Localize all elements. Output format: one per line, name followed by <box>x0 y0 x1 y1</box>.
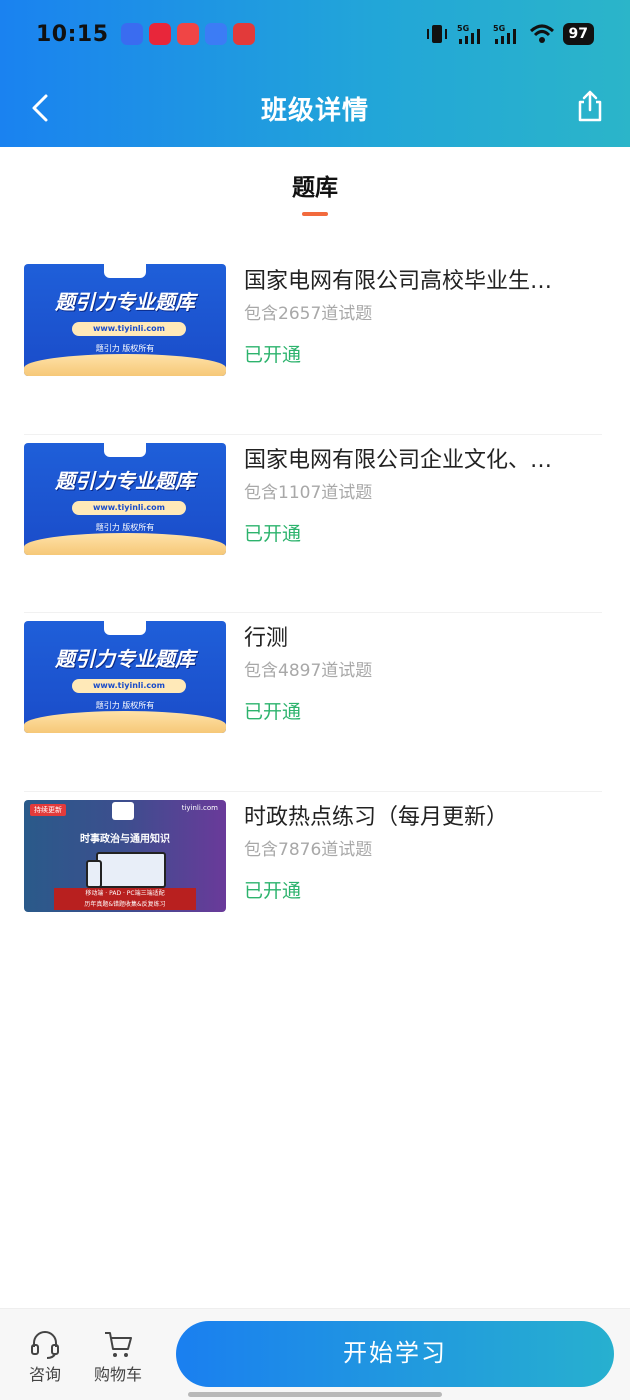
app-notification-icon <box>232 23 255 45</box>
item-status: 已开通 <box>244 522 302 545</box>
header: 10:15 5G 5G 97 班级详情 <box>0 0 630 147</box>
item-info: 时政热点练习（每月更新） 包含7876道试题 已开通 <box>244 800 602 904</box>
cart-button[interactable]: 购物车 <box>88 1329 148 1385</box>
course-thumbnail: 题引力专业题库 www.tiyinli.com 题引力 版权所有 <box>24 621 226 733</box>
bottom-action-bar: 咨询 购物车 开始学习 <box>0 1308 630 1400</box>
course-thumbnail: 题引力专业题库 www.tiyinli.com 题引力 版权所有 <box>24 264 226 376</box>
thumbnail-headline: 题引力专业题库 <box>55 468 195 493</box>
notification-icons <box>120 23 255 45</box>
device-illustration <box>86 859 102 888</box>
thumbnail-headline: 时事政治与通用知识 <box>80 833 170 845</box>
svg-text:5G: 5G <box>457 24 469 33</box>
tab-question-bank[interactable]: 题库 <box>0 168 630 216</box>
app-notification-icon <box>204 23 227 45</box>
system-icons: 5G 5G 97 <box>425 23 594 45</box>
logo <box>104 264 146 278</box>
thumbnail-site: tiyinli.com <box>181 803 218 812</box>
headset-icon <box>31 1331 59 1359</box>
logo <box>104 621 146 635</box>
item-info: 国家电网有限公司企业文化、… 包含1107道试题 已开通 <box>244 443 602 547</box>
thumbnail-copyright: 题引力 版权所有 <box>95 522 155 532</box>
list-item[interactable]: 题引力专业题库 www.tiyinli.com 题引力 版权所有 国家电网有限公… <box>24 256 602 435</box>
course-thumbnail: 持续更新 tiyinli.com 时事政治与通用知识 移动端 · PAD · P… <box>24 799 226 912</box>
item-status: 已开通 <box>244 344 302 366</box>
item-info: 国家电网有限公司高校毕业生… 包含2657道试题 已开通 <box>244 264 602 368</box>
thumbnail-feature-box: 移动端 · PAD · PC端三端适配 历年真题&错题收集&反复练习 <box>54 887 196 910</box>
thumbnail-tag: 持续更新 <box>30 803 66 816</box>
logo <box>112 801 134 820</box>
question-bank-list: 题引力专业题库 www.tiyinli.com 题引力 版权所有 国家电网有限公… <box>24 256 602 970</box>
tab-active-indicator <box>302 212 328 216</box>
item-count: 包含4897道试题 <box>244 661 373 681</box>
course-thumbnail: 题引力专业题库 www.tiyinli.com 题引力 版权所有 <box>24 442 226 555</box>
thumbnail-headline: 题引力专业题库 <box>55 647 195 671</box>
start-learning-button[interactable]: 开始学习 <box>176 1321 614 1387</box>
app-notification-icon <box>148 23 171 45</box>
wifi-icon <box>529 24 554 43</box>
logo <box>104 442 146 457</box>
item-title: 国家电网有限公司高校毕业生… <box>244 269 553 294</box>
thumbnail-band <box>24 354 226 376</box>
item-count: 包含2657道试题 <box>244 304 373 324</box>
app-notification-icon <box>120 23 143 45</box>
thumbnail-band <box>24 711 226 733</box>
signal-icon: 5G <box>493 24 516 44</box>
cart-label: 购物车 <box>93 1365 142 1384</box>
signal-icon: 5G <box>457 24 480 44</box>
thumbnail-band <box>24 532 226 555</box>
item-title: 国家电网有限公司企业文化、… <box>244 447 553 473</box>
item-title: 行测 <box>244 626 289 651</box>
item-title: 时政热点练习（每月更新） <box>244 804 509 830</box>
thumbnail-url: www.tiyinli.com <box>72 500 186 515</box>
item-info: 行测 包含4897道试题 已开通 <box>244 621 602 725</box>
status-bar: 10:15 5G 5G 97 <box>0 14 630 54</box>
vibrate-icon <box>426 25 447 43</box>
page-title: 班级详情 <box>260 95 369 126</box>
tab-label: 题库 <box>292 175 338 201</box>
item-status: 已开通 <box>244 701 302 723</box>
list-item[interactable]: 题引力专业题库 www.tiyinli.com 题引力 版权所有 行测 包含48… <box>24 613 602 792</box>
list-item[interactable]: 持续更新 tiyinli.com 时事政治与通用知识 移动端 · PAD · P… <box>24 792 602 971</box>
thumbnail-headline: 题引力专业题库 <box>55 290 195 314</box>
item-count: 包含1107道试题 <box>244 482 373 503</box>
cart-icon <box>105 1332 132 1357</box>
thumbnail-copyright: 题引力 版权所有 <box>95 701 155 710</box>
thumbnail-url: www.tiyinli.com <box>72 322 186 336</box>
feature-line: 历年真题&错题收集&反复练习 <box>84 900 166 908</box>
battery-indicator: 97 <box>562 23 594 45</box>
app-notification-icon <box>176 23 199 45</box>
share-icon[interactable] <box>572 88 608 124</box>
item-count: 包含7876道试题 <box>244 839 373 860</box>
feature-line: 移动端 · PAD · PC端三端适配 <box>85 889 165 897</box>
svg-text:5G: 5G <box>493 24 505 33</box>
consult-label: 咨询 <box>28 1365 61 1384</box>
back-icon[interactable] <box>24 90 60 126</box>
item-status: 已开通 <box>244 879 302 902</box>
thumbnail-url: www.tiyinli.com <box>72 679 186 693</box>
home-indicator <box>188 1392 442 1397</box>
nav-bar: 班级详情 <box>0 80 630 136</box>
list-item[interactable]: 题引力专业题库 www.tiyinli.com 题引力 版权所有 国家电网有限公… <box>24 435 602 613</box>
consult-button[interactable]: 咨询 <box>15 1329 75 1385</box>
device-illustration <box>96 851 166 888</box>
thumbnail-copyright: 题引力 版权所有 <box>95 344 155 353</box>
clock: 10:15 <box>36 21 109 47</box>
